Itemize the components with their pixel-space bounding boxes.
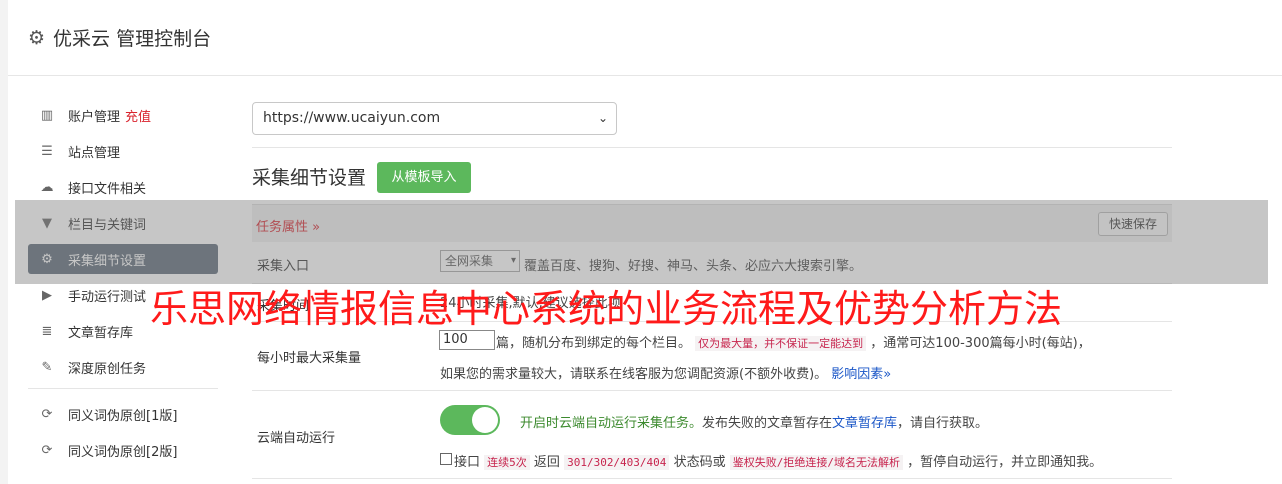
- max-per-hour-line2: 如果您的需求量较大，请联系在线客服为您调配资源(不额外收费)。 影响因素»: [440, 363, 891, 382]
- sidebar-item-label: 同义词伪原创[1版]: [68, 408, 178, 424]
- server-icon: ☰: [41, 143, 53, 159]
- chk-text2: 返回: [533, 455, 560, 470]
- max-per-hour-text3: 如果您的需求量较大，请联系在线客服为您调配资源(不额外收费)。: [440, 367, 828, 382]
- top-bar: ⚙ 优采云 管理控制台: [8, 0, 1282, 76]
- refresh-icon: ⟳: [41, 406, 53, 422]
- max-per-hour-input[interactable]: 100: [439, 330, 495, 350]
- influence-factors-link[interactable]: 影响因素»: [831, 367, 891, 382]
- cloud-auto-run-text2: ，请自行获取。: [897, 416, 989, 431]
- max-per-hour-text2: ，通常可达100-300篇每小时(每站)，: [870, 336, 1091, 351]
- sidebar-item-label: 接口文件相关: [68, 181, 147, 197]
- gear-icon: ⚙: [28, 26, 46, 49]
- max-per-hour-label: 每小时最大采集量: [257, 351, 362, 366]
- chk-code1: 连续5次: [484, 455, 530, 470]
- section-title: 采集细节设置: [252, 167, 367, 189]
- toggle-knob: [472, 407, 498, 433]
- refresh-icon: ⟳: [41, 442, 53, 458]
- max-per-hour-text1: 篇，随机分布到绑定的每个栏目。: [496, 336, 692, 351]
- sidebar-item-api-files[interactable]: ☁ 接口文件相关: [28, 172, 218, 202]
- max-per-hour-note: 仅为最大量，并不保证一定能达到: [695, 336, 867, 351]
- chk-code2: 301/302/403/404: [564, 455, 670, 470]
- recharge-link[interactable]: 充值: [125, 106, 151, 125]
- sidebar-item-label: 文章暂存库: [68, 325, 134, 341]
- divider: [252, 147, 1172, 148]
- page-title: ⚙ 优采云 管理控制台: [28, 24, 211, 51]
- database-icon: ≣: [41, 323, 53, 339]
- chevron-down-icon: ⌄: [597, 111, 608, 125]
- row-divider: [252, 478, 1172, 479]
- sidebar-item-account[interactable]: ▥ 账户管理 充值: [28, 100, 218, 130]
- sidebar-item-sites[interactable]: ☰ 站点管理: [28, 136, 218, 166]
- max-per-hour-line1: 篇，随机分布到绑定的每个栏目。 仅为最大量，并不保证一定能达到 ，通常可达100…: [496, 332, 1091, 351]
- sidebar-item-label: 深度原创任务: [68, 361, 147, 377]
- sidebar-item-synonym-v2[interactable]: ⟳ 同义词伪原创[2版]: [28, 435, 218, 465]
- bar-chart-icon: ▥: [40, 107, 54, 123]
- chk-code3: 鉴权失败/拒绝连接/域名无法解析: [729, 455, 903, 470]
- overlay-banner-text: 乐思网络情报信息中心系统的业务流程及优势分析方法: [150, 287, 1063, 331]
- import-template-button[interactable]: 从模板导入: [377, 162, 471, 193]
- sidebar-item-label: 站点管理: [68, 145, 121, 161]
- chk-text3: 状态码或: [673, 455, 726, 470]
- pause-notify-checkbox[interactable]: [440, 453, 452, 465]
- play-circle-icon: ▶: [42, 287, 52, 303]
- site-select-value: https://www.ucaiyun.com: [263, 110, 441, 126]
- gray-overlay: [15, 200, 1268, 284]
- edit-icon: ✎: [41, 359, 53, 375]
- site-select[interactable]: https://www.ucaiyun.com ⌄: [252, 102, 617, 135]
- cloud-auto-run-text1: 发布失败的文章暂存在: [702, 416, 833, 431]
- chk-text4: ，暂停自动运行，并立即通知我。: [907, 455, 1103, 470]
- sidebar-item-deep-original[interactable]: ✎ 深度原创任务: [28, 352, 218, 382]
- article-storage-link[interactable]: 文章暂存库: [832, 416, 897, 431]
- cloud-auto-run-label: 云端自动运行: [257, 431, 336, 446]
- cloud-upload-icon: ☁: [40, 179, 54, 195]
- sidebar-item-label: 账户管理: [68, 109, 121, 125]
- row-divider: [252, 390, 1172, 391]
- console-title: 优采云 管理控制台: [53, 28, 212, 50]
- chk-text1: 接口: [454, 455, 481, 470]
- sidebar-item-label: 同义词伪原创[2版]: [68, 444, 178, 460]
- cloud-auto-run-green-text: 开启时云端自动运行采集任务。: [520, 416, 703, 431]
- cloud-auto-run-toggle[interactable]: [440, 405, 500, 435]
- pause-notify-text: 接口 连续5次 返回 301/302/403/404 状态码或 鉴权失败/拒绝连…: [454, 451, 1102, 470]
- sidebar-item-synonym-v1[interactable]: ⟳ 同义词伪原创[1版]: [28, 399, 218, 429]
- sidebar-divider: [28, 388, 218, 389]
- sidebar-item-label: 手动运行测试: [68, 289, 147, 305]
- cloud-auto-run-desc: 开启时云端自动运行采集任务。发布失败的文章暂存在文章暂存库，请自行获取。: [520, 412, 988, 431]
